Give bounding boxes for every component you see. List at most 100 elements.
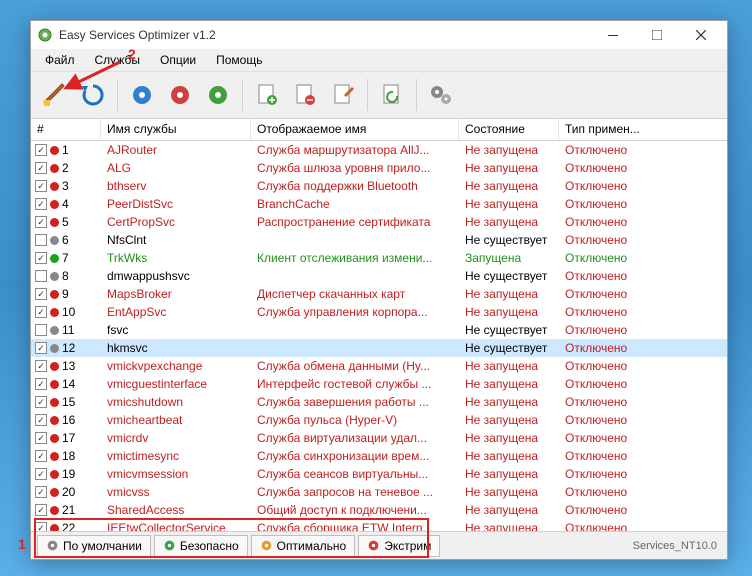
table-row[interactable]: 6NfsClntНе существуетОтключено xyxy=(31,231,727,249)
table-row[interactable]: 19vmicvmsessionСлужба сеансов виртуальны… xyxy=(31,465,727,483)
cell-state: Не запущена xyxy=(459,305,559,319)
table-header: # Имя службы Отображаемое имя Состояние … xyxy=(31,119,727,141)
table-body[interactable]: 1AJRouterСлужба маршрутизатора AllJ...Не… xyxy=(31,141,727,531)
table-row[interactable]: 16vmicheartbeatСлужба пульса (Hyper-V)Не… xyxy=(31,411,727,429)
checkbox[interactable] xyxy=(35,396,47,408)
cell-state: Не запущена xyxy=(459,161,559,175)
checkbox[interactable] xyxy=(35,288,47,300)
checkbox[interactable] xyxy=(35,450,47,462)
status-dot-icon xyxy=(50,344,59,353)
cell-startup: Отключено xyxy=(559,305,669,319)
checkbox[interactable] xyxy=(35,324,47,336)
cell-startup: Отключено xyxy=(559,341,669,355)
checkbox[interactable] xyxy=(35,216,47,228)
row-number: 22 xyxy=(62,521,78,531)
row-number: 21 xyxy=(62,503,78,517)
close-button[interactable] xyxy=(679,21,723,49)
cell-startup: Отключено xyxy=(559,413,669,427)
table-row[interactable]: 21SharedAccessОбщий доступ к подключени.… xyxy=(31,501,727,519)
status-dot-icon xyxy=(50,326,59,335)
checkbox[interactable] xyxy=(35,378,47,390)
table-row[interactable]: 12hkmsvcНе существуетОтключено xyxy=(31,339,727,357)
row-number: 17 xyxy=(62,431,78,445)
maximize-button[interactable] xyxy=(635,21,679,49)
cell-state: Не запущена xyxy=(459,413,559,427)
checkbox[interactable] xyxy=(35,360,47,372)
checkbox[interactable] xyxy=(35,486,47,498)
table-row[interactable]: 5CertPropSvcРаспространение сертификатаН… xyxy=(31,213,727,231)
table-row[interactable]: 20vmicvssСлужба запросов на теневое ...Н… xyxy=(31,483,727,501)
column-header-name[interactable]: Имя службы xyxy=(101,119,251,140)
cell-state: Не существует xyxy=(459,269,559,283)
tool-page-remove-icon[interactable] xyxy=(287,77,323,113)
menu-help[interactable]: Помощь xyxy=(206,51,272,69)
table-row[interactable]: 17vmicrdvСлужба виртуализации удал...Не … xyxy=(31,429,727,447)
cell-name: SharedAccess xyxy=(101,503,251,517)
checkbox[interactable] xyxy=(35,198,47,210)
row-number: 14 xyxy=(62,377,78,391)
gear-icon xyxy=(367,539,380,552)
table-row[interactable]: 3bthservСлужба поддержки BluetoothНе зап… xyxy=(31,177,727,195)
tool-gear-blue-icon[interactable] xyxy=(124,77,160,113)
tool-page-edit-icon[interactable] xyxy=(325,77,361,113)
profile-button-2[interactable]: Оптимально xyxy=(251,535,356,557)
tool-gear-green-icon[interactable] xyxy=(200,77,236,113)
row-number: 2 xyxy=(62,161,78,175)
checkbox[interactable] xyxy=(35,468,47,480)
minimize-button[interactable] xyxy=(591,21,635,49)
table-row[interactable]: 11fsvcНе существуетОтключено xyxy=(31,321,727,339)
checkbox[interactable] xyxy=(35,342,47,354)
row-number: 13 xyxy=(62,359,78,373)
cell-startup: Отключено xyxy=(559,431,669,445)
table-row[interactable]: 18vmictimesyncСлужба синхронизации врем.… xyxy=(31,447,727,465)
checkbox[interactable] xyxy=(35,252,47,264)
tool-gear-red-icon[interactable] xyxy=(162,77,198,113)
table-row[interactable]: 2ALGСлужба шлюза уровня прило...Не запущ… xyxy=(31,159,727,177)
checkbox[interactable] xyxy=(35,144,47,156)
table-row[interactable]: 8dmwappushsvcНе существуетОтключено xyxy=(31,267,727,285)
cell-state: Не запущена xyxy=(459,431,559,445)
table-row[interactable]: 1AJRouterСлужба маршрутизатора AllJ...Не… xyxy=(31,141,727,159)
table-row[interactable]: 14vmicguestinterfaceИнтерфейс гостевой с… xyxy=(31,375,727,393)
checkbox[interactable] xyxy=(35,522,47,531)
table-row[interactable]: 22IEEtwCollectorServiceСлужба сборщика E… xyxy=(31,519,727,531)
tool-gears-settings-icon[interactable] xyxy=(423,77,459,113)
table-row[interactable]: 13vmickvpexchangeСлужба обмена данными (… xyxy=(31,357,727,375)
checkbox[interactable] xyxy=(35,234,47,246)
column-header-num[interactable]: # xyxy=(31,119,101,140)
cell-startup: Отключено xyxy=(559,323,669,337)
column-header-state[interactable]: Состояние xyxy=(459,119,559,140)
profile-button-1[interactable]: Безопасно xyxy=(154,535,248,557)
window-title: Easy Services Optimizer v1.2 xyxy=(59,28,591,42)
checkbox[interactable] xyxy=(35,432,47,444)
tool-page-refresh-icon[interactable] xyxy=(374,77,410,113)
cell-name: IEEtwCollectorService xyxy=(101,521,251,531)
tool-page-add-icon[interactable] xyxy=(249,77,285,113)
checkbox[interactable] xyxy=(35,162,47,174)
table-row[interactable]: 9MapsBrokerДиспетчер скачанных картНе за… xyxy=(31,285,727,303)
checkbox[interactable] xyxy=(35,414,47,426)
profile-button-3[interactable]: Экстрим xyxy=(358,535,440,557)
cell-disp: BranchCache xyxy=(251,197,459,211)
profile-button-0[interactable]: По умолчании xyxy=(37,535,151,557)
menu-options[interactable]: Опции xyxy=(150,51,206,69)
table-row[interactable]: 7TrkWksКлиент отслеживания измени...Запу… xyxy=(31,249,727,267)
status-dot-icon xyxy=(50,524,59,532)
checkbox[interactable] xyxy=(35,306,47,318)
table-row[interactable]: 10EntAppSvcСлужба управления корпора...Н… xyxy=(31,303,727,321)
column-header-startup[interactable]: Тип примен... xyxy=(559,119,669,140)
toolbar-separator xyxy=(416,79,417,111)
cell-state: Не запущена xyxy=(459,521,559,531)
checkbox[interactable] xyxy=(35,504,47,516)
status-dot-icon xyxy=(50,218,59,227)
checkbox[interactable] xyxy=(35,180,47,192)
table-row[interactable]: 4PeerDistSvcBranchCacheНе запущенаОтключ… xyxy=(31,195,727,213)
table-row[interactable]: 15vmicshutdownСлужба завершения работы .… xyxy=(31,393,727,411)
checkbox[interactable] xyxy=(35,270,47,282)
row-number: 3 xyxy=(62,179,78,193)
row-number: 12 xyxy=(62,341,78,355)
column-header-display[interactable]: Отображаемое имя xyxy=(251,119,459,140)
cell-disp: Служба пульса (Hyper-V) xyxy=(251,413,459,427)
cell-startup: Отключено xyxy=(559,215,669,229)
status-dot-icon xyxy=(50,236,59,245)
